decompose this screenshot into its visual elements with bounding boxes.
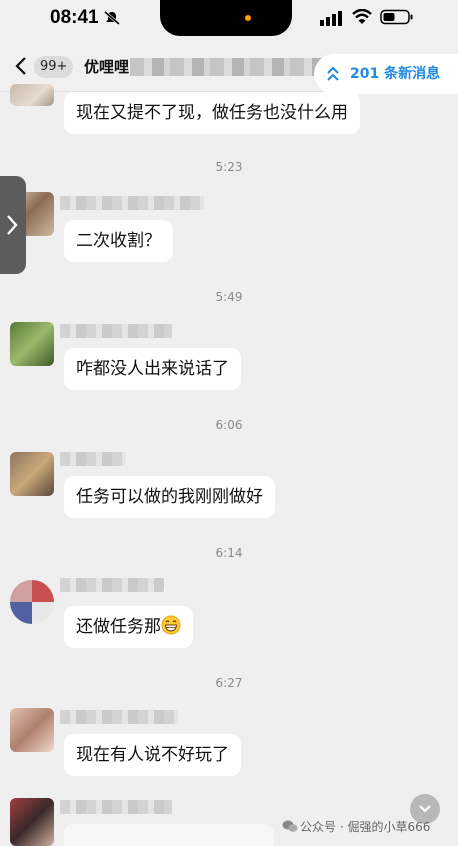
sender-name-blurred	[60, 324, 172, 338]
new-messages-label: 201 条新消息	[350, 66, 441, 82]
message-text: 二次收割？	[76, 231, 161, 251]
message-timestamp: 6:27	[215, 676, 243, 690]
message-bubble[interactable]: 任务可以做的我刚刚做好	[64, 476, 275, 518]
unread-count-badge[interactable]: 99+	[34, 56, 74, 78]
watermark-text: 公众号 · 倔强的小草666	[300, 820, 431, 834]
status-time: 08:41	[50, 7, 99, 28]
sender-name-blurred	[60, 800, 172, 814]
message-list[interactable]: 现在又提不了现，做任务也没什么用 5:23 二次收割？ 5:49 咋都没人出来说…	[0, 84, 458, 846]
grin-emoji-icon	[161, 615, 181, 635]
sender-avatar[interactable]	[10, 798, 54, 846]
bell-slash-icon	[104, 11, 120, 25]
chat-title: 优哩哩	[84, 58, 130, 76]
dynamic-island	[160, 0, 292, 36]
sender-avatar[interactable]	[10, 452, 54, 496]
sender-avatar[interactable]	[10, 708, 54, 752]
message-bubble[interactable]: 还做任务那	[64, 606, 193, 648]
chevron-down-icon	[419, 805, 431, 813]
signal-icon	[320, 11, 342, 26]
message-timestamp: 6:06	[215, 418, 243, 432]
message-text: 咋都没人出来说话了	[76, 359, 229, 379]
message-text: 现在又提不了现，做任务也没什么用	[76, 103, 348, 123]
message-bubble[interactable]: 现在又提不了现，做任务也没什么用	[64, 92, 360, 134]
chevron-right-icon	[7, 215, 18, 235]
new-messages-button[interactable]: 201 条新消息	[314, 54, 458, 94]
back-arrow-icon[interactable]	[14, 56, 28, 76]
message-bubble[interactable]: 现在有人说不好玩了	[64, 734, 241, 776]
message-text: 现在有人说不好玩了	[76, 745, 229, 765]
sender-name-blurred	[60, 578, 164, 592]
sender-avatar[interactable]	[10, 580, 54, 624]
blurred-title-text	[130, 58, 336, 76]
side-drawer-handle[interactable]	[0, 176, 26, 274]
message-timestamp: 5:49	[215, 290, 243, 304]
sender-avatar[interactable]	[10, 322, 54, 366]
wechat-icon	[282, 820, 298, 832]
sender-name-blurred	[60, 452, 126, 466]
message-text: 任务可以做的我刚刚做好	[76, 487, 263, 507]
sender-name-blurred	[60, 710, 178, 724]
message-timestamp: 6:14	[215, 546, 243, 560]
battery-icon	[380, 9, 413, 25]
sender-avatar[interactable]	[10, 84, 54, 106]
message-bubble[interactable]: 咋都没人出来说话了	[64, 348, 241, 390]
status-bar: 08:41	[0, 0, 458, 40]
message-text: 还做任务那	[76, 617, 161, 637]
sender-name-blurred	[60, 196, 204, 210]
message-bubble[interactable]	[64, 824, 274, 846]
message-bubble[interactable]: 二次收割？	[64, 220, 173, 262]
double-chevron-up-icon	[327, 66, 339, 81]
message-timestamp: 5:23	[215, 160, 243, 174]
watermark: 公众号 · 倔强的小草666	[282, 818, 430, 835]
wifi-icon	[352, 9, 372, 24]
